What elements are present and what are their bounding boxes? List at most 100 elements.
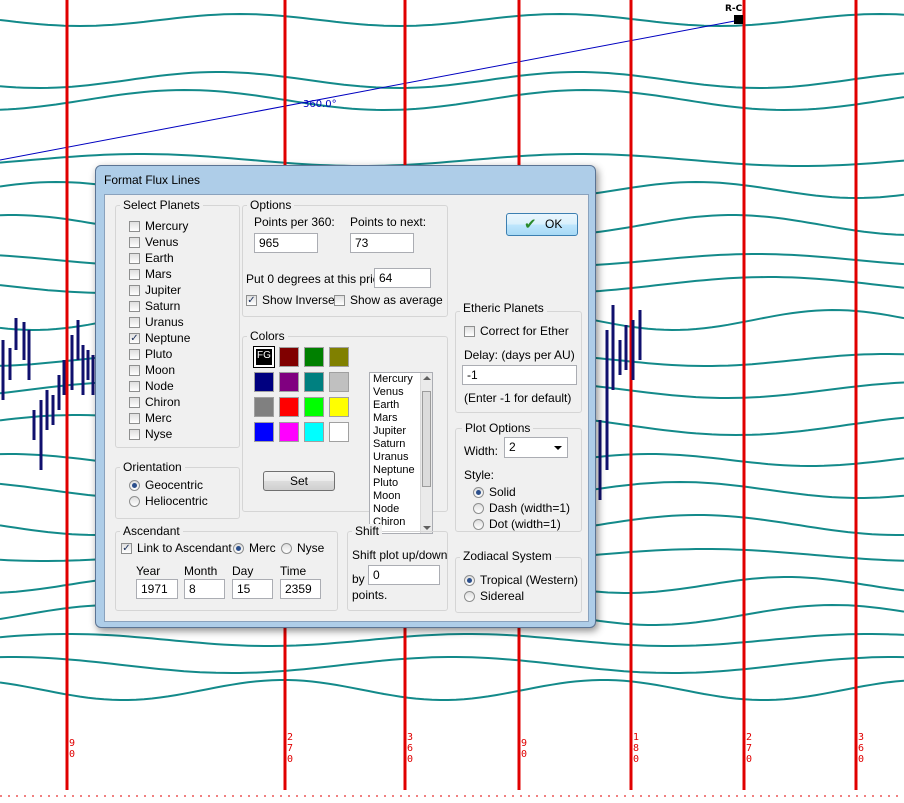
month-input[interactable]: 8 <box>184 579 225 599</box>
zero-degrees-input[interactable]: 64 <box>374 268 431 288</box>
color-swatch[interactable] <box>329 347 349 367</box>
flux-line <box>0 656 904 674</box>
flux-line <box>0 12 904 28</box>
planet-checkbox-uranus[interactable] <box>129 317 140 328</box>
nyse-radio[interactable] <box>281 543 292 554</box>
degree-label-char: 3 <box>406 732 414 743</box>
planet-checkbox-moon[interactable] <box>129 365 140 376</box>
degree-label-char: 1 <box>632 732 640 743</box>
orientation-label: Orientation <box>120 460 185 474</box>
planet-checkbox-mercury[interactable] <box>129 221 140 232</box>
color-swatch[interactable] <box>329 422 349 442</box>
points-per-360-input[interactable]: 965 <box>254 233 318 253</box>
colors-label: Colors <box>247 329 288 343</box>
show-average-checkbox[interactable] <box>334 295 345 306</box>
planet-checkbox-label: Earth <box>145 251 174 265</box>
color-swatch[interactable] <box>254 422 274 442</box>
ok-button[interactable]: ✔ OK <box>506 213 578 236</box>
fg-color-swatch[interactable]: FG <box>253 346 275 368</box>
planet-checkbox-neptune[interactable]: ✓ <box>129 333 140 344</box>
tropical-label: Tropical (Western) <box>480 573 579 587</box>
geocentric-label: Geocentric <box>145 478 204 492</box>
degree-label-char: 9 <box>520 738 528 749</box>
year-input[interactable]: 1971 <box>136 579 178 599</box>
points-per-360-label: Points per 360: <box>254 215 335 229</box>
color-swatch[interactable] <box>254 372 274 392</box>
ascendant-angle-label: 360.0° <box>303 99 337 110</box>
degree-label-char: 0 <box>68 749 76 760</box>
shift-input[interactable]: 0 <box>368 565 440 585</box>
planet-checkbox-label: Nyse <box>145 427 173 441</box>
show-inverse-checkbox[interactable]: ✓ <box>246 295 257 306</box>
format-flux-lines-dialog: Format Flux Lines Select Planets Orienta… <box>95 165 596 628</box>
degree-label-char: 0 <box>520 749 528 760</box>
ascendant-marker[interactable] <box>734 15 743 24</box>
color-swatch[interactable] <box>254 397 274 417</box>
set-color-button[interactable]: Set <box>263 471 335 491</box>
degree-label-char: 0 <box>632 754 640 765</box>
planet-checkbox-merc[interactable] <box>129 413 140 424</box>
listbox-scrollbar[interactable] <box>420 373 432 533</box>
link-ascendant-checkbox[interactable]: ✓ <box>121 543 132 554</box>
planet-checkbox-chiron[interactable] <box>129 397 140 408</box>
planet-checkbox-mars[interactable] <box>129 269 140 280</box>
planet-checkbox-earth[interactable] <box>129 253 140 264</box>
width-select[interactable]: 2 <box>504 437 568 458</box>
scroll-thumb[interactable] <box>422 391 431 487</box>
planet-checkbox-node[interactable] <box>129 381 140 392</box>
color-swatch[interactable] <box>279 397 299 417</box>
chevron-down-icon[interactable] <box>554 446 562 450</box>
planet-checkbox-jupiter[interactable] <box>129 285 140 296</box>
geocentric-radio[interactable] <box>129 480 140 491</box>
plot-options-label: Plot Options <box>462 421 534 435</box>
color-swatch[interactable] <box>279 347 299 367</box>
color-swatch[interactable] <box>304 397 324 417</box>
degree-label-char: 9 <box>68 738 76 749</box>
orientation-group <box>115 467 240 519</box>
color-swatch[interactable] <box>304 422 324 442</box>
check-icon: ✔ <box>524 216 537 233</box>
solid-radio[interactable] <box>473 487 484 498</box>
planet-checkbox-saturn[interactable] <box>129 301 140 312</box>
points-to-next-input[interactable]: 73 <box>350 233 414 253</box>
degree-label-char: 0 <box>286 754 294 765</box>
shift-by-label: by <box>352 572 365 586</box>
degree-label-char: 7 <box>286 743 294 754</box>
delay-label: Delay: (days per AU) <box>464 348 575 362</box>
delay-input[interactable]: -1 <box>462 365 577 385</box>
time-input[interactable]: 2359 <box>280 579 321 599</box>
planet-checkbox-pluto[interactable] <box>129 349 140 360</box>
day-input[interactable]: 15 <box>232 579 273 599</box>
scroll-up-arrow[interactable] <box>423 376 431 380</box>
color-swatch[interactable] <box>279 372 299 392</box>
dot-radio[interactable] <box>473 519 484 530</box>
heliocentric-radio[interactable] <box>129 496 140 507</box>
degree-line-label: 360 <box>857 732 865 765</box>
color-swatch[interactable] <box>329 397 349 417</box>
color-swatch[interactable] <box>304 347 324 367</box>
color-swatch[interactable] <box>304 372 324 392</box>
tropical-radio[interactable] <box>464 575 475 586</box>
sidereal-radio[interactable] <box>464 591 475 602</box>
scroll-down-arrow[interactable] <box>423 526 431 530</box>
correct-ether-checkbox[interactable] <box>464 326 475 337</box>
nyse-label: Nyse <box>297 541 325 555</box>
degree-label-char: 8 <box>632 743 640 754</box>
merc-radio[interactable] <box>233 543 244 554</box>
degree-label-char: 0 <box>857 754 865 765</box>
color-swatch[interactable] <box>329 372 349 392</box>
flux-line <box>0 88 904 112</box>
degree-line-label: 180 <box>632 732 640 765</box>
shift-label: Shift <box>352 524 383 538</box>
ascendant-line <box>0 19 741 161</box>
planet-checkbox-venus[interactable] <box>129 237 140 248</box>
degree-label-char: 0 <box>406 754 414 765</box>
planet-checkbox-nyse[interactable] <box>129 429 140 440</box>
dash-radio[interactable] <box>473 503 484 514</box>
degree-label-char: 7 <box>745 743 753 754</box>
planet-checkbox-label: Node <box>145 379 174 393</box>
color-planet-listbox[interactable]: Mercury Venus Earth Mars Jupiter Saturn Uranus… <box>369 372 433 534</box>
color-swatch[interactable] <box>279 422 299 442</box>
link-ascendant-label: Link to Ascendant <box>137 541 232 555</box>
month-label: Month <box>184 564 218 578</box>
